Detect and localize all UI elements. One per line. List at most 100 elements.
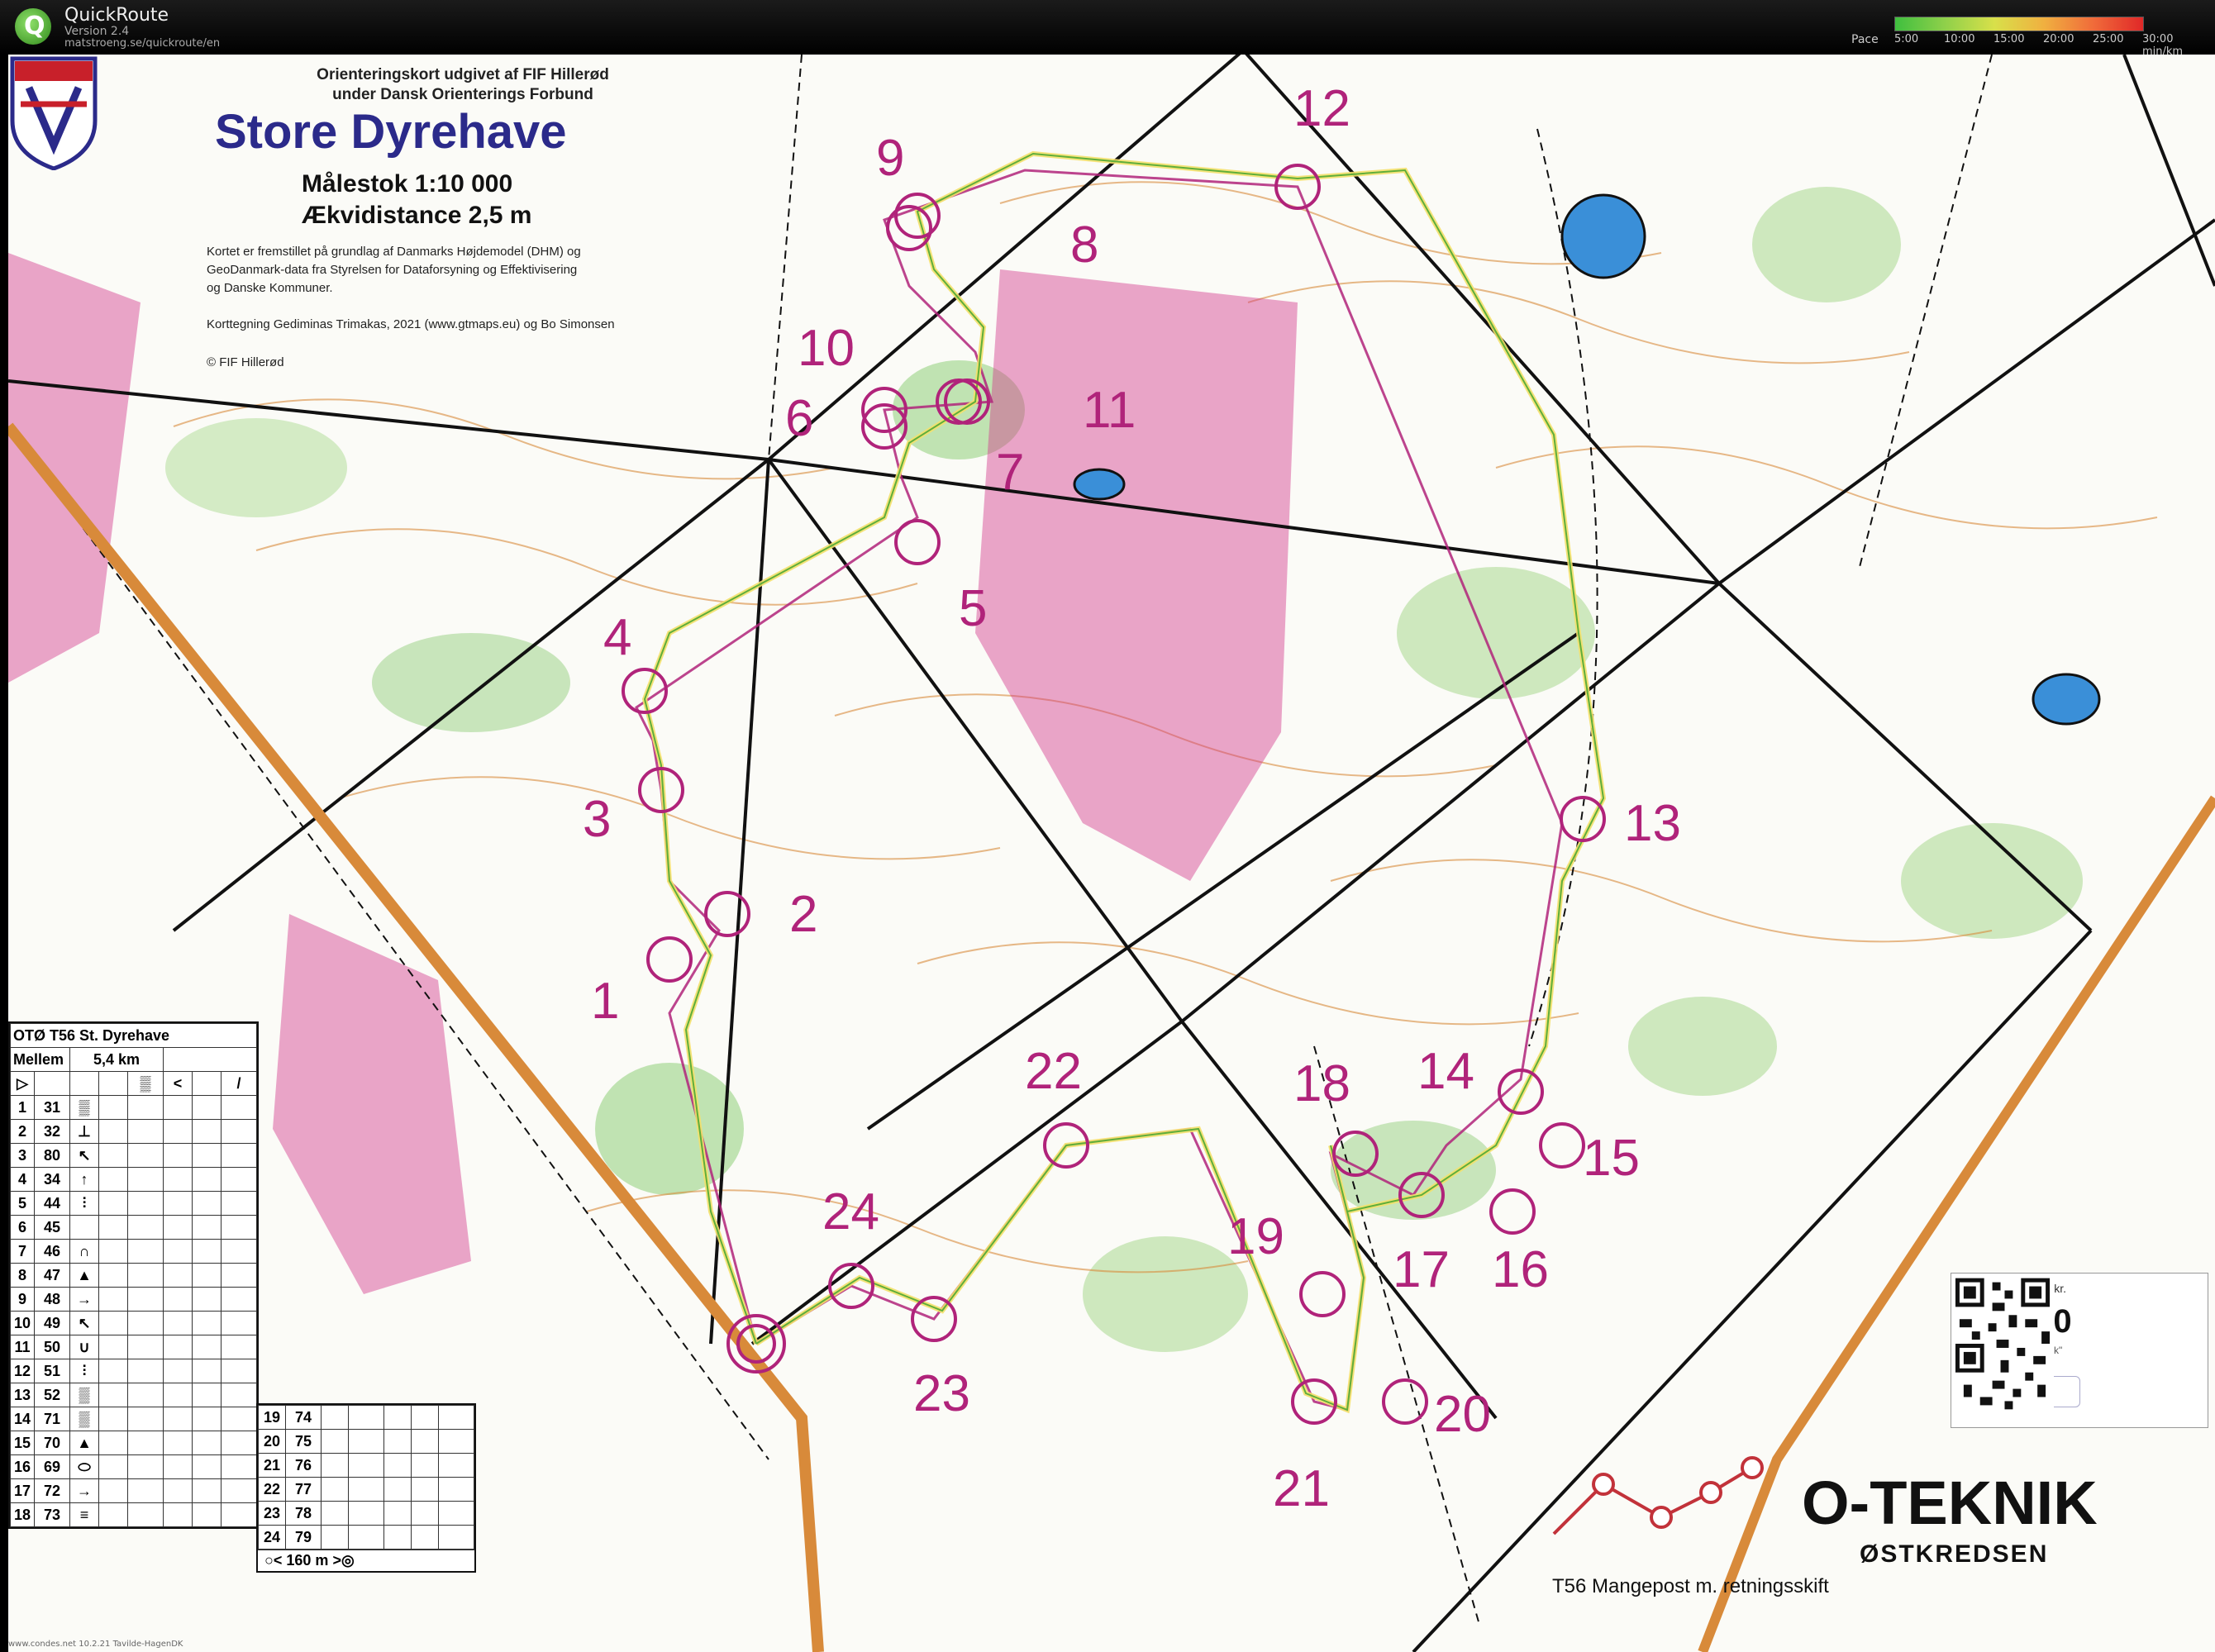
pace-legend: Pace 5:00 10:00 15:00 20:00 25:00 30:00 …	[1851, 12, 2198, 58]
description-row: 3 80 ↖	[10, 1143, 257, 1168]
description-class: Mellem	[10, 1047, 70, 1072]
control-code: 48	[34, 1287, 70, 1312]
control-seq: 18	[10, 1502, 35, 1527]
control-seq: 6	[10, 1215, 35, 1240]
description-row: 2 32 ⊥	[10, 1119, 257, 1144]
control-number-23: 23	[913, 1365, 970, 1422]
control-seq: 1	[10, 1095, 35, 1120]
publisher-line-2: under Dansk Orienterings Forbund	[332, 86, 593, 103]
control-code: 34	[34, 1167, 70, 1192]
control-code: 49	[34, 1311, 70, 1335]
control-seq: 13	[10, 1383, 35, 1407]
control-seq: 12	[10, 1359, 35, 1383]
control-number-24: 24	[822, 1183, 879, 1240]
pace-tick: 15:00	[1994, 33, 2025, 45]
control-number-16: 16	[1492, 1241, 1549, 1298]
control-code: 46	[34, 1239, 70, 1264]
description-row: 1 31 ▒	[10, 1095, 257, 1120]
control-seq: 22	[258, 1477, 286, 1502]
control-number-5: 5	[959, 580, 988, 637]
payment-box: Startafgift 25 kr. 50590 Anfør "O-Teknik…	[1951, 1273, 2208, 1428]
description-header: OTØ T56 St. Dyrehave	[10, 1023, 257, 1048]
control-number-22: 22	[1025, 1043, 1082, 1100]
qr-code-icon	[1951, 1274, 2054, 1414]
control-description-sheet-continued: 19 74 20 75 21 76 22 77 23 78 24 79 ○< 160 m >◎	[256, 1403, 476, 1573]
description-row: 12 51 ⫶	[10, 1359, 257, 1383]
pace-color-bar	[1894, 17, 2144, 31]
app-name: QuickRoute	[64, 5, 169, 26]
hillerod-club-logo	[10, 56, 98, 170]
control-code: 51	[34, 1359, 70, 1383]
control-code: 78	[285, 1501, 322, 1526]
finish-funnel-icon: ○<	[264, 1552, 287, 1569]
control-seq: 16	[10, 1454, 35, 1479]
control-number-13: 13	[1624, 795, 1681, 852]
description-length: 5,4 km	[69, 1047, 164, 1072]
control-seq: 8	[10, 1263, 35, 1288]
control-code: 71	[34, 1407, 70, 1431]
description-row: 21 76	[258, 1453, 474, 1478]
description-row: 7 46 ∩	[10, 1239, 257, 1264]
control-seq: 19	[258, 1405, 286, 1430]
app-url[interactable]: matstroeng.se/quickroute/en	[64, 37, 220, 50]
app-version: Version 2.4	[64, 25, 130, 38]
control-number-18: 18	[1293, 1055, 1350, 1112]
control-number-15: 15	[1583, 1130, 1640, 1187]
control-seq: 7	[10, 1239, 35, 1264]
description-row: 23 78	[258, 1501, 474, 1526]
control-number-3: 3	[583, 791, 612, 848]
o-teknik-logo-icon	[1552, 1456, 1764, 1535]
control-number-8: 8	[1070, 217, 1099, 274]
control-code: 45	[34, 1215, 70, 1240]
description-row: 10 49 ↖	[10, 1311, 257, 1335]
control-number-14: 14	[1417, 1043, 1474, 1100]
pace-label: Pace	[1851, 33, 1879, 46]
control-code: 76	[285, 1453, 322, 1478]
description-row: 5 44 ⫶	[10, 1191, 257, 1216]
control-seq: 23	[258, 1501, 286, 1526]
map-note-line: Kortet er fremstillet på grundlag af Dan…	[207, 245, 581, 259]
control-code: 69	[34, 1454, 70, 1479]
pace-tick: 10:00	[1944, 33, 1975, 45]
description-row: 9 48 →	[10, 1287, 257, 1312]
control-number-1: 1	[591, 973, 620, 1030]
control-seq: 9	[10, 1287, 35, 1312]
control-number-9: 9	[876, 130, 905, 187]
map-credits: Korttegning Gediminas Trimakas, 2021 (ww…	[207, 317, 615, 331]
orienteering-map[interactable]: Orienteringskort udgivet af FIF Hillerød…	[8, 55, 2215, 1652]
description-row: 11 50 ∪	[10, 1335, 257, 1359]
control-code: 32	[34, 1119, 70, 1144]
control-number-4: 4	[603, 609, 632, 666]
map-equidistance: Ækvidistance 2,5 m	[302, 202, 532, 229]
control-seq: 3	[10, 1143, 35, 1168]
course-title: T56 Mangepost m. retningsskift	[1552, 1575, 1829, 1597]
start-triangle-icon: ▷	[10, 1071, 35, 1096]
control-seq: 24	[258, 1525, 286, 1550]
control-seq: 11	[10, 1335, 35, 1359]
control-code: 44	[34, 1191, 70, 1216]
control-number-21: 21	[1273, 1460, 1330, 1517]
control-code: 74	[285, 1405, 322, 1430]
control-code: 72	[34, 1478, 70, 1503]
description-row: 4 34 ↑	[10, 1167, 257, 1192]
description-row: 17 72 →	[10, 1478, 257, 1503]
finish-row: ○< 160 m >◎	[258, 1550, 474, 1571]
description-row: 22 77	[258, 1477, 474, 1502]
control-seq: 10	[10, 1311, 35, 1335]
control-number-12: 12	[1293, 80, 1350, 137]
control-code: 31	[34, 1095, 70, 1120]
control-seq: 5	[10, 1191, 35, 1216]
control-seq: 21	[258, 1453, 286, 1478]
app-titlebar: Q QuickRoute Version 2.4 matstroeng.se/q…	[0, 0, 2215, 58]
pace-tick: 20:00	[2043, 33, 2074, 45]
quickroute-logo-icon: Q	[15, 8, 51, 45]
control-seq: 4	[10, 1167, 35, 1192]
control-code: 47	[34, 1263, 70, 1288]
control-code: 79	[285, 1525, 322, 1550]
description-row: 20 75	[258, 1429, 474, 1454]
control-code: 77	[285, 1477, 322, 1502]
control-number-20: 20	[1434, 1386, 1491, 1443]
control-code: 70	[34, 1431, 70, 1455]
description-row: 24 79	[258, 1525, 474, 1550]
print-reference: www.condes.net 10.2.21 Tavilde-HagenDK	[8, 1640, 183, 1649]
